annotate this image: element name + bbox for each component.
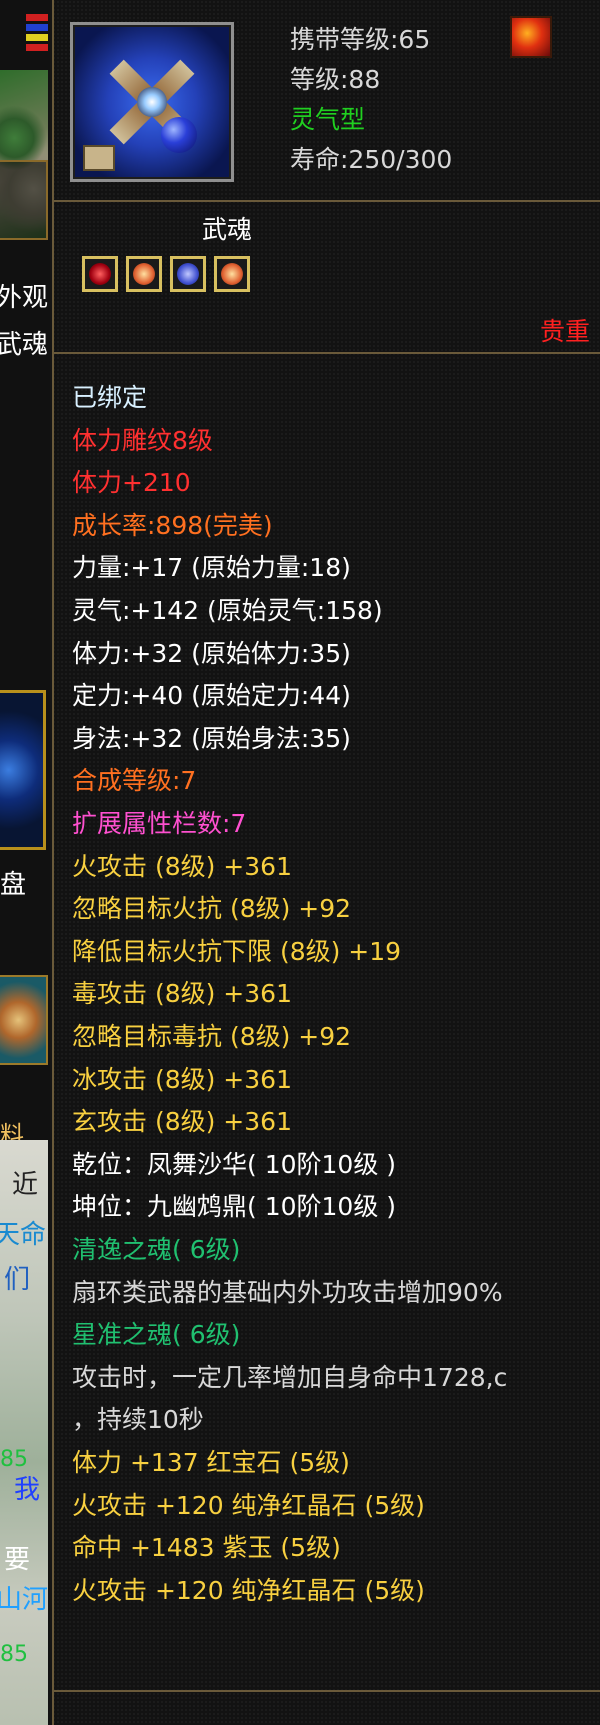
attribute-row: 已绑定 xyxy=(72,383,148,412)
chat-text-near: 近 xyxy=(12,1170,39,1200)
attribute-row: 冰攻击 (8级) +361 xyxy=(72,1064,292,1094)
left-text-soul[interactable]: 武魂 xyxy=(0,330,48,360)
orange-gem-icon[interactable] xyxy=(214,256,250,292)
attribute-row: 火攻击 +120 纯净红晶石 (5级) xyxy=(72,1490,425,1520)
attribute-row: 成长率:898(完美) xyxy=(72,510,273,540)
color-bars xyxy=(26,14,48,62)
footer-divider xyxy=(52,1690,600,1692)
attribute-row: 火攻击 (8级) +361 xyxy=(72,851,292,881)
attribute-row: 降低目标火抗下限 (8级) +19 xyxy=(72,936,402,966)
lifespan: 寿命:250/300 xyxy=(290,145,453,174)
tooltip-left-border xyxy=(52,0,54,1725)
bag-icon xyxy=(83,145,115,171)
item-icon[interactable] xyxy=(70,22,234,182)
orange-gem-icon[interactable] xyxy=(126,256,162,292)
attribute-row: 力量:+17 (原始力量:18) xyxy=(72,553,351,583)
soul-title: 武魂 xyxy=(202,215,253,244)
chat-text-85b: 85 xyxy=(0,1642,28,1667)
attribute-row: 体力+210 xyxy=(72,468,191,498)
attribute-row: 身法:+32 (原始身法:35) xyxy=(72,723,351,753)
chat-text-me: 我 xyxy=(14,1475,41,1505)
blue-orb-icon xyxy=(161,117,197,153)
attribute-row: 灵气:+142 (原始灵气:158) xyxy=(72,596,383,625)
minimap-frame xyxy=(0,160,48,240)
blue-gem-icon[interactable] xyxy=(170,256,206,292)
background-game-ui: 外观 武魂 盘 料 近 天命 们 我 要 山河 85 85 xyxy=(0,0,50,1725)
attribute-row: 命中 +1483 紫玉 (5级) xyxy=(72,1533,341,1563)
valuable-label: 贵重 xyxy=(540,317,591,346)
chat-text-fate: 天命 xyxy=(0,1220,47,1250)
item-level: 等级:88 xyxy=(290,65,381,94)
attribute-row: 体力雕纹8级 xyxy=(72,425,213,455)
fire-emblem-icon xyxy=(510,16,552,58)
attribute-row: 扩展属性栏数:7 xyxy=(72,809,247,838)
red-gem-icon[interactable] xyxy=(82,256,118,292)
attribute-row: 乾位：凤舞沙华( 10阶10级 ) xyxy=(72,1149,397,1179)
attribute-row: 定力:+40 (原始定力:44) xyxy=(72,681,351,711)
attribute-row: 毒攻击 (8级) +361 xyxy=(72,979,292,1009)
attribute-row: 忽略目标毒抗 (8级) +92 xyxy=(72,1022,352,1051)
chat-text-want: 要 xyxy=(4,1545,31,1575)
item-type: 灵气型 xyxy=(290,105,366,134)
attribute-row: 忽略目标火抗 (8级) +92 xyxy=(72,894,352,924)
header-divider xyxy=(52,200,600,202)
attribute-row: 合成等级:7 xyxy=(72,766,197,796)
left-text-appearance[interactable]: 外观 xyxy=(0,283,48,313)
attribute-row: 体力:+32 (原始体力:35) xyxy=(72,638,351,668)
left-text-plate: 盘 xyxy=(0,870,27,900)
attribute-row: 清逸之魂( 6级) xyxy=(72,1235,241,1264)
chat-text-river: 山河 xyxy=(0,1585,49,1615)
attribute-row: 扇环类武器的基础内外功攻击增加90% xyxy=(72,1277,503,1307)
chat-text-85a: 85 xyxy=(0,1447,28,1472)
attribute-row: 玄攻击 (8级) +361 xyxy=(72,1107,292,1137)
left-picture xyxy=(0,975,48,1065)
carry-level: 携带等级:65 xyxy=(290,25,431,54)
attribute-row: 火攻击 +120 纯净红晶石 (5级) xyxy=(72,1575,425,1605)
left-item-icon[interactable] xyxy=(0,690,46,850)
attribute-row: 星准之魂( 6级) xyxy=(72,1320,241,1350)
attribute-row: ，持续10秒 xyxy=(72,1405,204,1435)
attribute-row: 攻击时，一定几率增加自身命中1728,c xyxy=(72,1362,508,1392)
attribute-row: 坤位：九幽鸩鼎( 10阶10级 ) xyxy=(72,1192,397,1222)
soul-divider xyxy=(52,352,600,354)
attribute-row: 体力 +137 红宝石 (5级) xyxy=(72,1448,350,1477)
item-tooltip: 携带等级:65 等级:88 灵气型 寿命:250/300 武魂 贵重 已绑定体力… xyxy=(52,0,600,1725)
chat-text-we: 们 xyxy=(4,1265,31,1295)
